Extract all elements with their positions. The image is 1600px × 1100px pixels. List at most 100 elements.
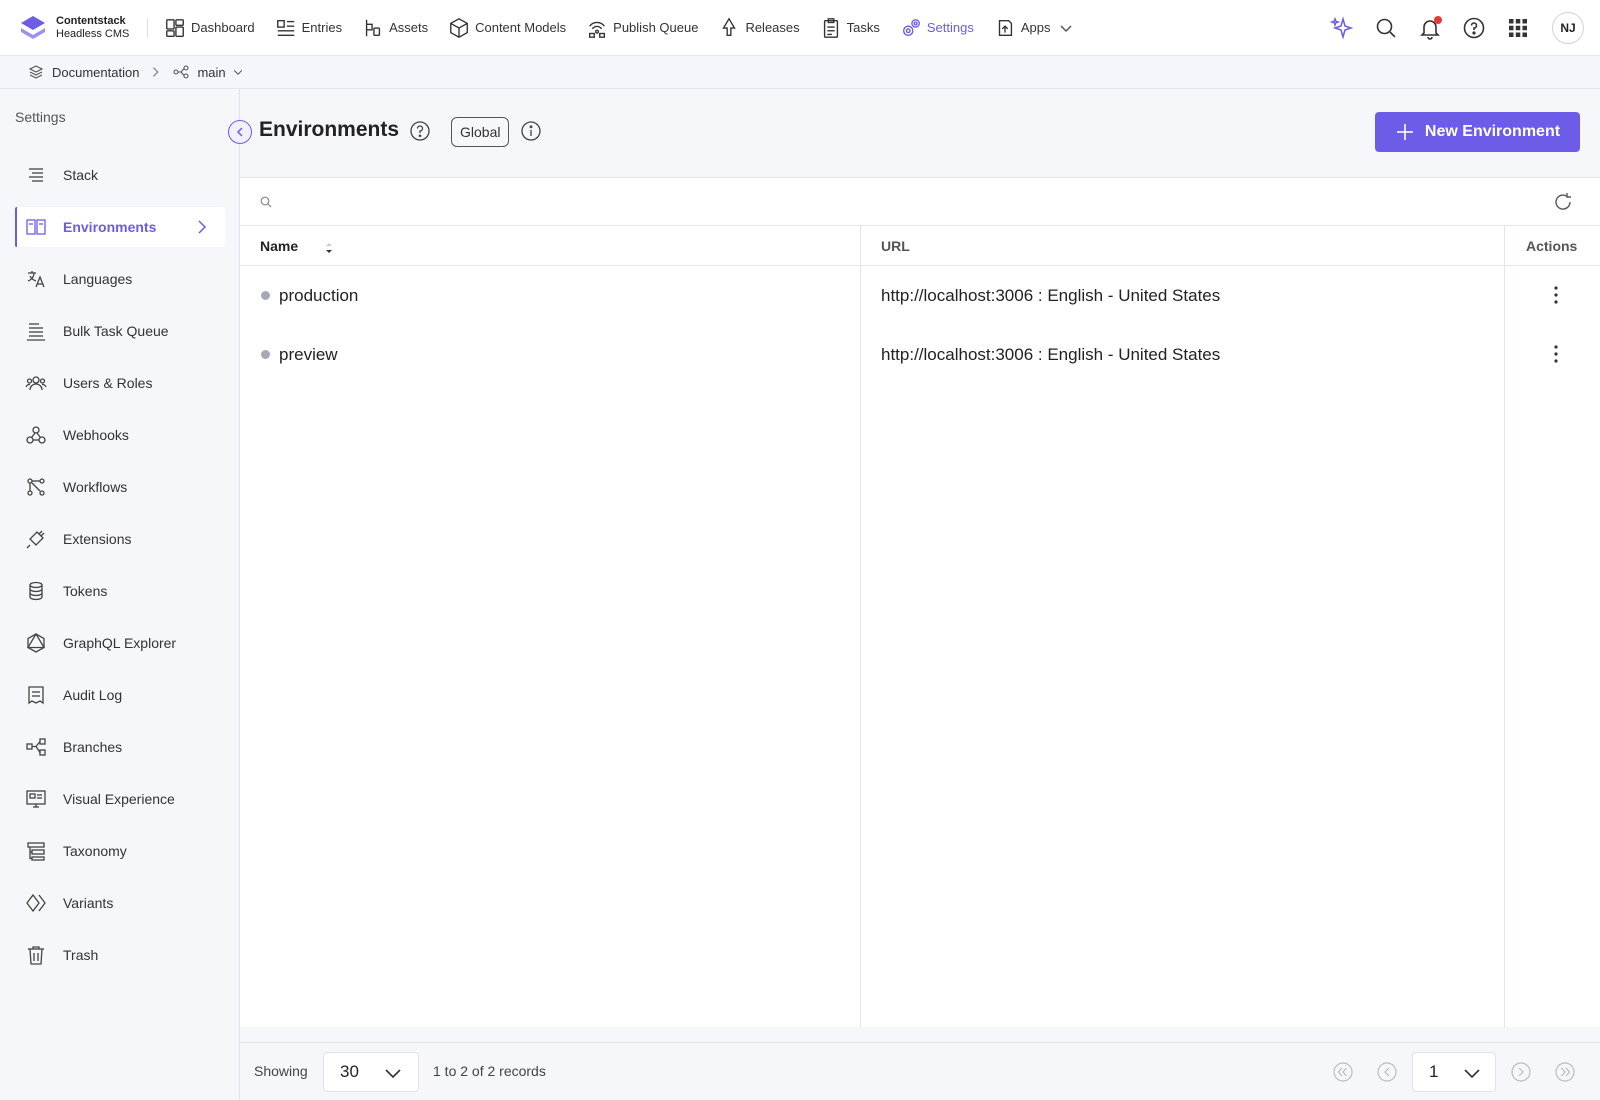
collapse-sidebar-button[interactable] xyxy=(228,120,252,144)
sidebar-item-languages[interactable]: Languages xyxy=(15,259,225,299)
more-vertical-icon[interactable] xyxy=(1544,283,1568,307)
nav-item-apps[interactable]: Apps xyxy=(984,0,1083,56)
sidebar-item-environments[interactable]: Environments xyxy=(15,207,225,247)
entries-icon xyxy=(276,19,294,36)
main-nav: Dashboard Entries Assets Content Models … xyxy=(154,0,1083,56)
new-environment-button[interactable]: New Environment xyxy=(1375,112,1580,152)
pagination-footer: Showing 30 1 to 2 of 2 records 1 xyxy=(240,1042,1600,1100)
refresh-icon[interactable] xyxy=(1552,191,1574,213)
settings-icon xyxy=(902,18,920,36)
sort-icon[interactable] xyxy=(324,242,334,254)
avatar[interactable]: NJ xyxy=(1552,12,1584,44)
search-input[interactable] xyxy=(280,188,1480,216)
help-circle-icon[interactable] xyxy=(409,120,431,142)
main-content: Environments Global New Environment Name… xyxy=(228,89,1600,1100)
new-environment-label: New Environment xyxy=(1424,123,1561,140)
stack-icon xyxy=(29,168,43,182)
environments-icon xyxy=(26,219,46,235)
search-icon xyxy=(1376,18,1396,38)
apps-icon xyxy=(998,19,1012,36)
breadcrumb-stack[interactable]: Documentation xyxy=(28,64,139,80)
per-page-value: 30 xyxy=(340,1062,359,1081)
nav-item-releases[interactable]: Releases xyxy=(708,0,809,56)
sidebar-item-label: Workflows xyxy=(63,479,128,495)
nav-item-entries[interactable]: Entries xyxy=(265,0,352,56)
releases-icon xyxy=(722,16,737,36)
status-dot xyxy=(261,350,270,359)
sidebar-item-visual-experience[interactable]: Visual Experience xyxy=(15,779,225,819)
top-navigation: Contentstack Headless CMS Dashboard Entr… xyxy=(0,0,1600,56)
per-page-select[interactable]: 30 xyxy=(323,1052,419,1092)
variants-icon xyxy=(26,893,46,913)
first-page-icon[interactable] xyxy=(1332,1061,1354,1083)
sidebar-item-bulk-task-queue[interactable]: Bulk Task Queue xyxy=(15,311,225,351)
sidebar-item-label: Users & Roles xyxy=(63,375,153,391)
brand-subtitle: Headless CMS xyxy=(56,27,130,40)
nav-item-label: Tasks xyxy=(846,20,880,35)
nav-item-tasks[interactable]: Tasks xyxy=(810,0,890,56)
sidebar-item-extensions[interactable]: Extensions xyxy=(15,519,225,559)
previous-page-icon[interactable] xyxy=(1376,1061,1398,1083)
page-title: Environments xyxy=(259,118,400,141)
assets-icon xyxy=(365,19,381,36)
users-roles-icon xyxy=(25,376,47,391)
nav-item-dashboard[interactable]: Dashboard xyxy=(154,0,265,56)
tokens-icon xyxy=(29,581,43,601)
table-header: Name URL Actions xyxy=(240,226,1600,266)
column-header-name[interactable]: Name xyxy=(260,238,298,254)
chevron-down-icon xyxy=(1464,1069,1480,1079)
sidebar-item-variants[interactable]: Variants xyxy=(15,883,225,923)
sidebar-item-users-roles[interactable]: Users & Roles xyxy=(15,363,225,403)
scope-badge: Global xyxy=(451,117,510,147)
ai-sparkle-icon xyxy=(1330,16,1354,40)
sidebar-item-trash[interactable]: Trash xyxy=(15,935,225,975)
sidebar-item-stack[interactable]: Stack xyxy=(15,155,225,195)
branch-icon xyxy=(173,65,190,79)
sidebar-item-label: Tokens xyxy=(63,583,108,599)
plus-icon xyxy=(1396,124,1413,140)
next-page-icon[interactable] xyxy=(1510,1061,1532,1083)
stack-layers-icon xyxy=(28,65,44,79)
environments-table: Name URL Actions production http://local… xyxy=(240,177,1600,1028)
nav-item-settings[interactable]: Settings xyxy=(890,0,984,56)
column-header-actions: Actions xyxy=(1526,238,1578,254)
nav-item-label: Apps xyxy=(1020,20,1051,35)
sidebar-item-tokens[interactable]: Tokens xyxy=(15,571,225,611)
breadcrumb: Documentation main xyxy=(0,56,1600,89)
chevron-down-icon xyxy=(233,70,242,75)
sidebar-item-label: Branches xyxy=(63,739,123,755)
sidebar-item-audit-log[interactable]: Audit Log xyxy=(15,675,225,715)
trash-icon xyxy=(28,946,44,965)
nav-item-content-models[interactable]: Content Models xyxy=(438,0,576,56)
environment-url: http://localhost:3006 : English - United… xyxy=(881,345,1221,364)
sidebar-item-label: Trash xyxy=(63,947,99,963)
help-button[interactable] xyxy=(1452,0,1496,56)
breadcrumb-branch[interactable]: main xyxy=(173,64,243,80)
info-icon[interactable] xyxy=(520,120,542,142)
global-search-button[interactable] xyxy=(1364,0,1408,56)
sidebar-item-branches[interactable]: Branches xyxy=(15,727,225,767)
sidebar-item-label: GraphQL Explorer xyxy=(63,635,177,651)
sidebar-item-label: Audit Log xyxy=(63,687,123,703)
contentstack-logo-icon xyxy=(21,15,45,39)
ai-assistant-button[interactable] xyxy=(1320,0,1364,56)
page-select[interactable]: 1 xyxy=(1412,1052,1496,1092)
nav-item-publish-queue[interactable]: Publish Queue xyxy=(576,0,708,56)
top-right-actions: NJ xyxy=(1320,0,1584,56)
nav-item-assets[interactable]: Assets xyxy=(352,0,438,56)
notifications-button[interactable] xyxy=(1408,0,1452,56)
nav-item-label: Publish Queue xyxy=(613,20,699,35)
column-header-url: URL xyxy=(881,238,910,254)
brand[interactable]: Contentstack Headless CMS xyxy=(0,15,148,40)
table-row[interactable]: production http://localhost:3006 : Engli… xyxy=(240,266,1600,325)
showing-label: Showing xyxy=(254,1063,308,1079)
table-row[interactable]: preview http://localhost:3006 : English … xyxy=(240,325,1600,384)
app-switcher-button[interactable] xyxy=(1496,0,1540,56)
sidebar-item-workflows[interactable]: Workflows xyxy=(15,467,225,507)
sidebar-item-graphql-explorer[interactable]: GraphQL Explorer xyxy=(15,623,225,663)
more-vertical-icon[interactable] xyxy=(1544,342,1568,366)
sidebar-item-webhooks[interactable]: Webhooks xyxy=(15,415,225,455)
last-page-icon[interactable] xyxy=(1554,1061,1576,1083)
sidebar-item-taxonomy[interactable]: Taxonomy xyxy=(15,831,225,871)
nav-item-label: Releases xyxy=(745,20,800,35)
